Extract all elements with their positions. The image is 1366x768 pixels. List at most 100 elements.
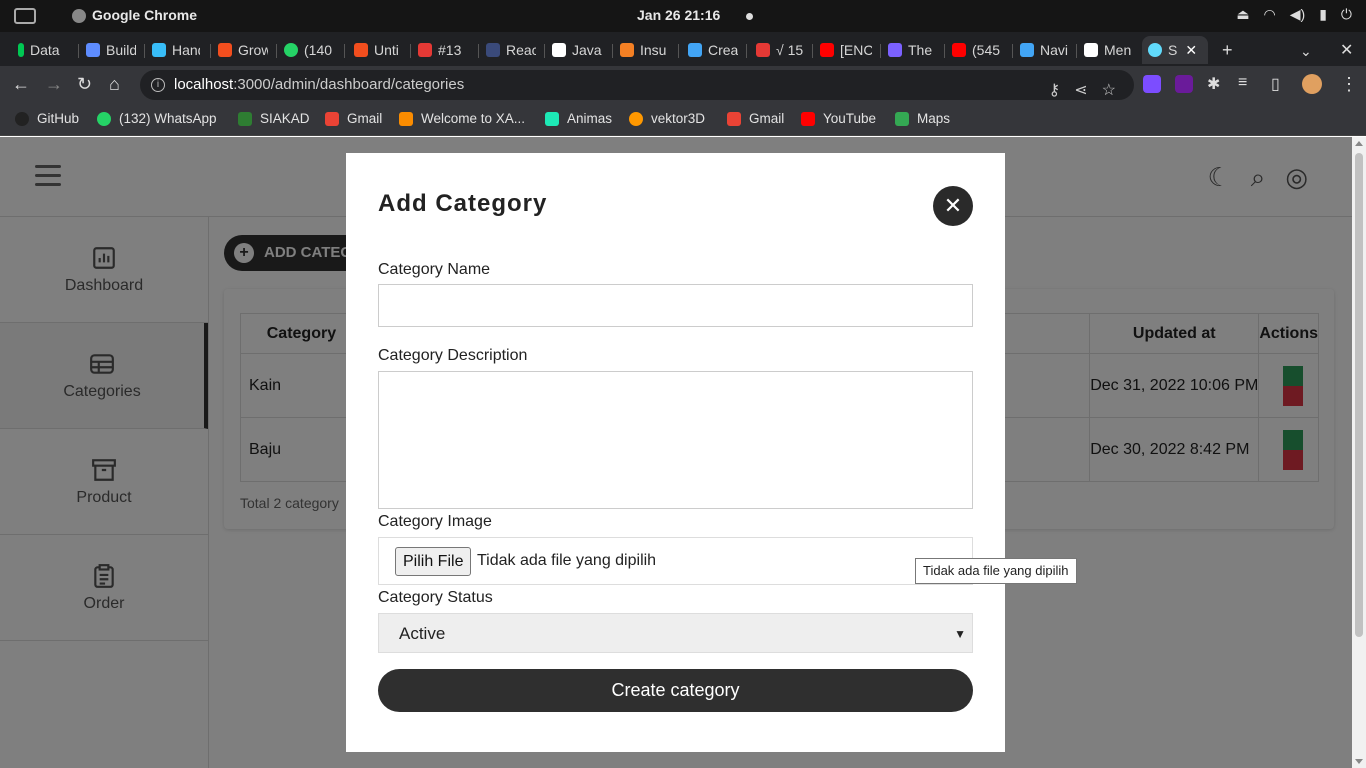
tab-label: The [908,42,933,58]
file-tooltip: Tidak ada file yang dipilih [915,558,1077,584]
tab[interactable]: Insu [620,38,670,62]
wifi-icon[interactable]: ◠ [1264,6,1276,23]
puzzle-icon[interactable]: ✱ [1207,74,1220,94]
tab-favicon-icon [418,43,432,57]
tab[interactable]: Unti [354,38,402,62]
bookmark[interactable]: GitHub [15,111,79,126]
vektor3d-icon [629,111,643,126]
close-modal-button[interactable]: ✕ [933,186,973,226]
modal-title: Add Category [378,190,548,217]
github-icon [15,111,29,126]
tab[interactable]: #13 [418,38,468,62]
battery-icon[interactable]: ▮ [1319,6,1327,23]
extension-icon[interactable] [1143,75,1161,93]
choose-file-button[interactable]: Pilih File [395,547,472,576]
tab-label: #13 [438,42,462,58]
bookmark[interactable]: SIAKAD [238,111,310,126]
bookmark[interactable]: Gmail [325,111,382,126]
tab[interactable]: (140 [284,38,336,62]
tab[interactable]: (545 [952,38,1006,62]
bookmark[interactable]: Maps [895,111,950,126]
app-name[interactable]: Google Chrome [92,7,197,23]
scroll-down-icon[interactable] [1355,759,1363,764]
tab-favicon-icon [18,43,24,57]
url-bar[interactable]: i localhost:3000/admin/dashboard/categor… [140,70,1134,100]
new-tab-icon[interactable]: + [1222,40,1233,61]
key-icon[interactable]: ⚷ [1049,76,1061,106]
star-icon[interactable]: ☆ [1102,76,1116,106]
chevron-down-icon[interactable]: ⌄ [1300,43,1312,60]
bookmark[interactable]: Animas [545,111,612,126]
category-name-input[interactable] [378,284,973,327]
tab[interactable]: √ 15 [756,38,806,62]
close-tab-icon[interactable]: ✕ [1185,42,1197,59]
bookmark[interactable]: (132) WhatsApp [97,111,217,126]
profile-avatar[interactable] [1302,74,1322,94]
tab[interactable]: [ENC [820,38,872,62]
tab-favicon-icon [820,43,834,57]
bookmark[interactable]: vektor3D [629,111,705,126]
tab[interactable]: Data [18,38,68,62]
bookmark-label: Welcome to XA... [421,111,526,126]
tab-strip: Data Build Hand Grow (140 Unti #13 Reac … [0,32,1366,66]
tab-favicon-icon [888,43,902,57]
tab[interactable]: Reac [486,38,536,62]
tab-label: Data [30,42,60,58]
share-icon[interactable]: ⋖ [1074,76,1087,106]
category-description-label: Category Description [378,347,528,364]
back-icon[interactable]: ← [12,74,30,95]
category-name-label: Category Name [378,261,491,278]
media-icon[interactable]: ≡ [1238,74,1247,92]
power-icon[interactable]: ⏻ [1341,6,1352,23]
bookmark[interactable]: Welcome to XA... [399,111,525,126]
tab-favicon-icon [688,43,702,57]
maps-icon [895,111,909,126]
tab-label: (545 [972,42,1001,58]
activities-icon[interactable] [14,8,36,24]
bookmark[interactable]: Gmail [727,111,784,126]
youtube-icon [801,111,815,126]
scroll-up-icon[interactable] [1355,141,1363,146]
forward-icon[interactable]: → [45,74,63,95]
menu-icon[interactable]: ⋮ [1340,74,1358,95]
home-icon[interactable]: ⌂ [109,74,120,95]
tab[interactable]: Hand [152,38,200,62]
reload-icon[interactable]: ↻ [77,74,92,95]
eject-icon[interactable]: ⏏ [1236,6,1249,23]
tab[interactable]: Men [1084,38,1136,62]
bookmark-label: YouTube [823,111,877,126]
tab-favicon-icon [86,43,100,57]
bookmark-label: vektor3D [651,111,706,126]
tab-active[interactable]: S ✕ [1142,36,1208,64]
volume-icon[interactable]: ◀) [1290,6,1305,23]
tab[interactable]: Grow [218,38,268,62]
tab[interactable]: Build [86,38,136,62]
bookmark[interactable]: YouTube [801,111,876,126]
tab[interactable]: Java [552,38,604,62]
category-status-label: Category Status [378,589,493,606]
tab-label: [ENC [840,42,872,58]
category-image-file-input[interactable]: Pilih File Tidak ada file yang dipilih [378,537,973,585]
tab-label: Build [106,42,136,58]
side-panel-icon[interactable]: ▯ [1271,74,1280,94]
tab[interactable]: Crea [688,38,738,62]
tab-favicon-icon [620,43,634,57]
add-category-modal: Add Category ✕ Category Name Category De… [346,153,1005,752]
tab-label: Crea [708,42,738,58]
create-category-button[interactable]: Create category [378,669,973,712]
tab-label: S [1168,42,1178,58]
system-tray[interactable]: ⏏ ◠ ◀) ▮ ⏻ [1236,6,1352,23]
scrollbar-thumb[interactable] [1355,153,1363,637]
tab[interactable]: Navi [1020,38,1070,62]
page-scrollbar[interactable] [1352,137,1366,768]
close-window-icon[interactable]: ✕ [1340,40,1353,60]
tab[interactable]: The [888,38,936,62]
category-status-select[interactable]: Active ▼ [378,613,973,653]
xampp-icon [399,111,413,126]
clock[interactable]: Jan 26 21:16 [637,7,720,23]
download-extension-icon[interactable] [1175,75,1193,93]
tab-label: Insu [640,42,667,58]
site-info-icon[interactable]: i [151,78,165,92]
category-description-textarea[interactable] [378,371,973,509]
url-host: localhost [174,76,234,93]
